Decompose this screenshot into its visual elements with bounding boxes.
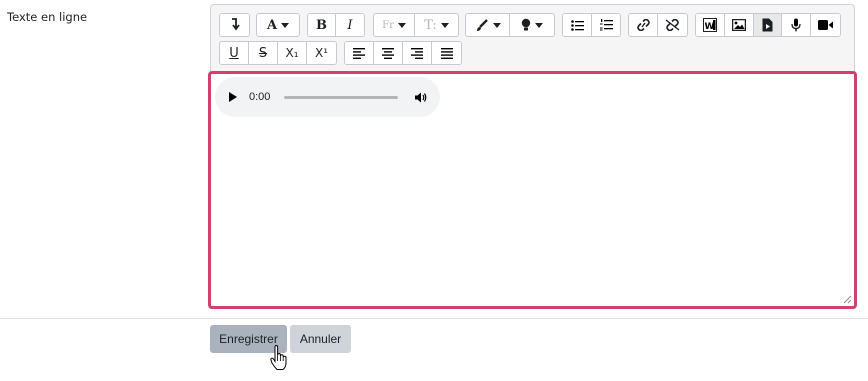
toolbar-group-format: U S X₁ X¹ (219, 41, 337, 65)
toolbar-group-font: Fr T: (373, 13, 459, 37)
audio-player: 0:00 (215, 77, 440, 117)
editor-content-area[interactable]: 0:00 (208, 71, 857, 309)
hand-pointer-cursor-icon (270, 345, 287, 370)
align-right-button[interactable] (403, 42, 432, 64)
subscript-icon: X₁ (285, 46, 299, 60)
bullet-list-icon (570, 19, 584, 31)
field-label-online-text: Texte en ligne (7, 10, 88, 24)
underline-icon: U (229, 45, 239, 61)
record-video-icon (818, 20, 834, 30)
underline-button[interactable]: U (220, 42, 249, 64)
chevron-down-icon (535, 22, 543, 28)
media-icon (762, 18, 773, 32)
font-color-a-icon: A (266, 17, 278, 33)
bold-icon: B (316, 17, 327, 33)
subscript-button[interactable]: X₁ (278, 42, 307, 64)
link-button[interactable] (629, 14, 658, 36)
audio-progress-slider[interactable] (284, 95, 399, 99)
superscript-button[interactable]: X¹ (307, 42, 336, 64)
strikethrough-icon: S (258, 45, 268, 61)
background-color-button[interactable] (510, 14, 554, 36)
align-left-icon (353, 47, 365, 59)
chevron-down-icon (492, 22, 501, 28)
font-color-button[interactable]: A (257, 14, 299, 36)
italic-icon: I (347, 17, 353, 33)
align-center-icon (382, 47, 394, 59)
editor-toolbar: A B I Fr T: W U S X₁ X¹ (210, 4, 855, 74)
rich-text-editor: A B I Fr T: W U S X₁ X¹ 0:00 (208, 4, 857, 309)
unlink-icon (665, 19, 680, 31)
audio-current-time: 0:00 (249, 91, 271, 103)
toolbar-group-align (344, 41, 462, 65)
toolbar-group-links (628, 13, 688, 37)
font-family-icon: Fr (382, 19, 394, 31)
toolbar-group-collapse (219, 13, 250, 37)
volume-icon[interactable] (415, 92, 427, 103)
chevron-down-icon (281, 22, 290, 28)
toolbar-group-style: B I (307, 13, 365, 37)
image-icon (731, 19, 746, 31)
justify-icon (440, 47, 453, 59)
form-divider (0, 318, 868, 319)
toolbar-group-media: W (695, 13, 841, 37)
align-left-button[interactable] (345, 42, 374, 64)
record-video-button[interactable] (811, 14, 840, 36)
resize-grip-icon[interactable] (843, 295, 852, 304)
bold-button[interactable]: B (308, 14, 336, 36)
insert-media-button[interactable] (753, 14, 783, 36)
word-import-button[interactable]: W (696, 14, 725, 36)
align-center-button[interactable] (374, 42, 403, 64)
background-color-icon (521, 18, 531, 31)
strikethrough-button[interactable]: S (249, 42, 278, 64)
font-family-button[interactable]: Fr (374, 14, 415, 36)
bullet-list-button[interactable] (563, 14, 592, 36)
collapse-toolbar-button[interactable] (220, 14, 249, 36)
font-size-icon: T: (424, 17, 437, 33)
link-icon (636, 19, 650, 31)
justify-button[interactable] (432, 42, 461, 64)
word-import-icon: W (702, 18, 717, 32)
collapse-icon (231, 18, 240, 31)
text-color-brush-icon (476, 18, 488, 31)
numbered-list-button[interactable] (592, 14, 620, 36)
chevron-down-icon (440, 22, 449, 28)
record-audio-button[interactable] (782, 14, 812, 36)
play-icon[interactable] (229, 92, 237, 102)
unlink-button[interactable] (658, 14, 687, 36)
italic-button[interactable]: I (336, 14, 364, 36)
toolbar-group-font-color: A (256, 13, 300, 37)
insert-image-button[interactable] (724, 14, 754, 36)
toolbar-group-lists (562, 13, 621, 37)
align-right-icon (411, 47, 423, 59)
chevron-down-icon (397, 22, 406, 28)
numbered-list-icon (599, 19, 613, 31)
cancel-button[interactable]: Annuler (290, 325, 351, 353)
toolbar-group-colors (465, 13, 555, 37)
font-size-button[interactable]: T: (415, 14, 458, 36)
superscript-icon: X¹ (314, 46, 329, 60)
text-color-button[interactable] (466, 14, 510, 36)
record-audio-icon (791, 18, 801, 32)
